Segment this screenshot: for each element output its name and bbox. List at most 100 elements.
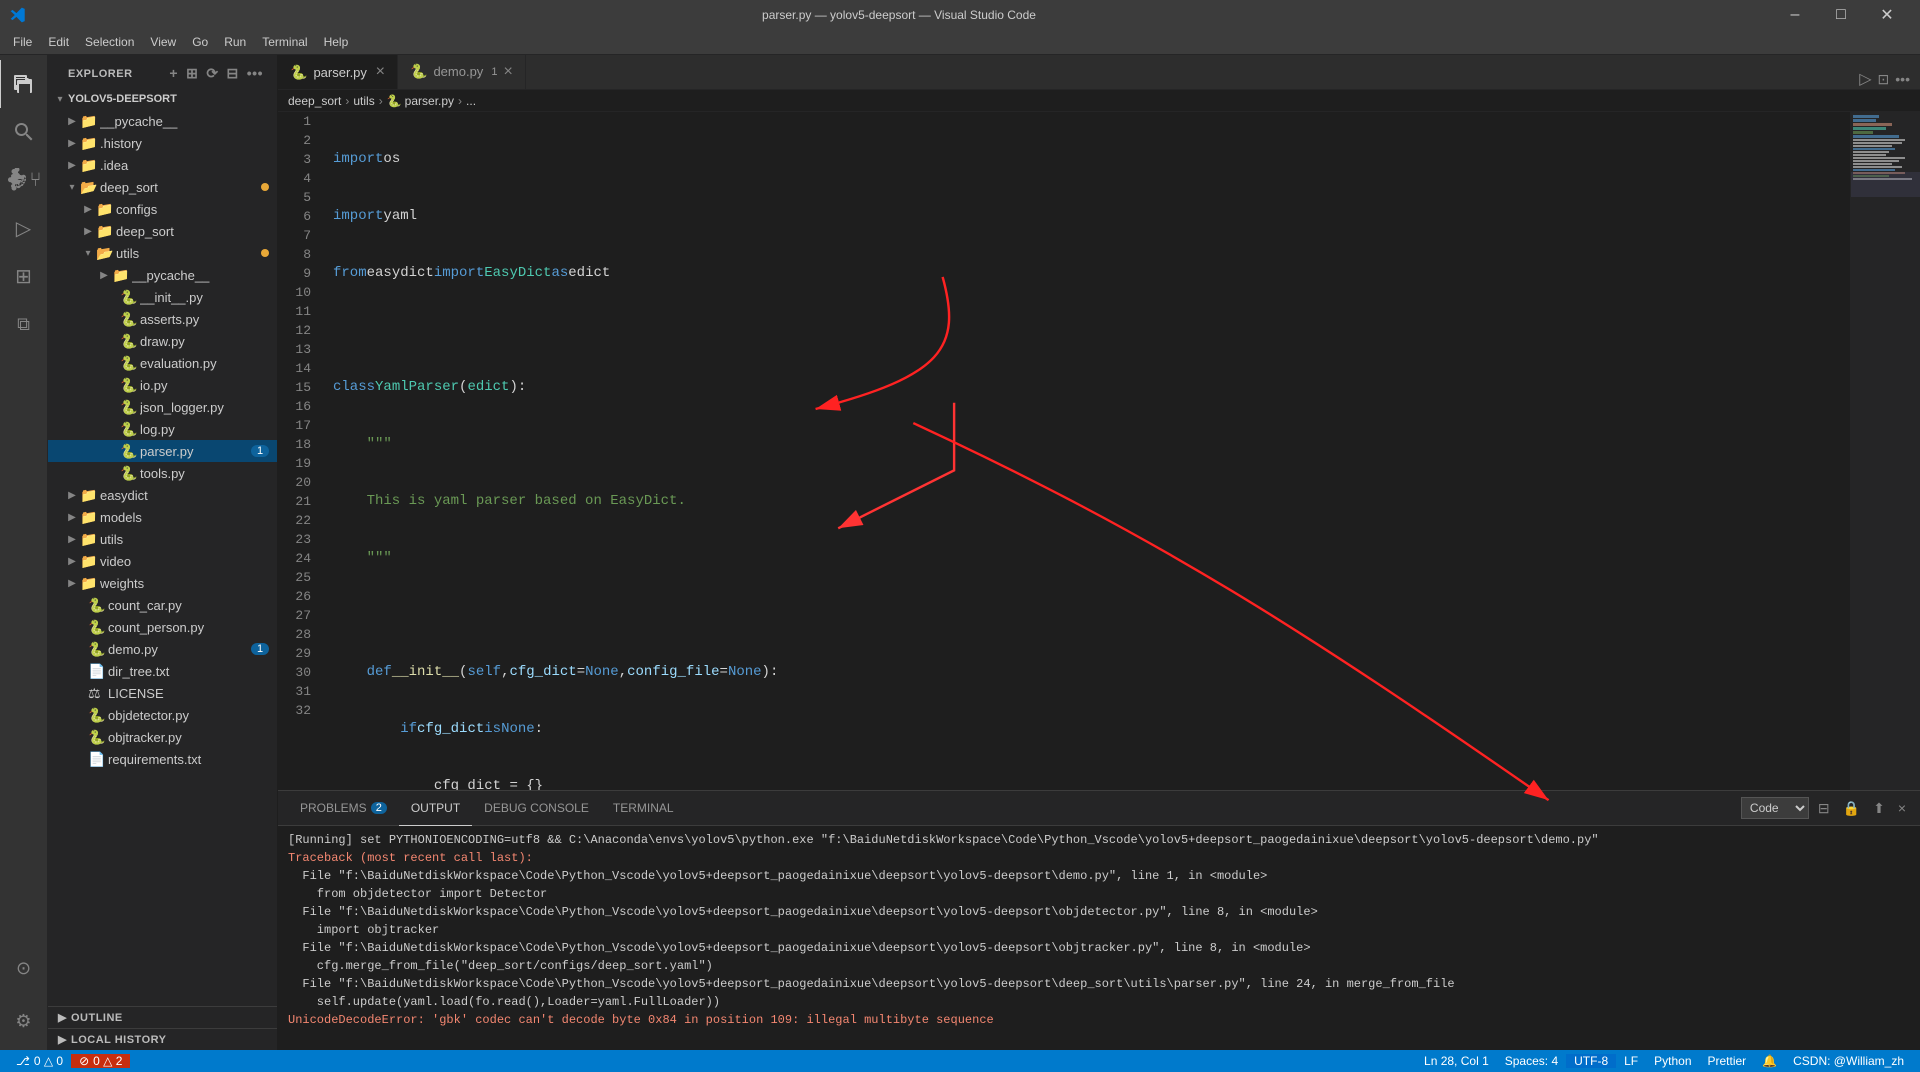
tree-arrow: ▶	[96, 270, 112, 281]
tree-item-pycache2[interactable]: ▶ 📁 __pycache__	[48, 264, 277, 286]
tree-item-json-logger-py[interactable]: ▶ 🐍 json_logger.py	[48, 396, 277, 418]
tree-item-init-py[interactable]: ▶ 🐍 __init__.py	[48, 286, 277, 308]
settings-icon[interactable]: ⚙	[0, 997, 48, 1045]
more-tab-actions-icon[interactable]: •••	[1895, 71, 1910, 87]
tree-item-tools-py[interactable]: ▶ 🐍 tools.py	[48, 462, 277, 484]
status-eol[interactable]: LF	[1616, 1054, 1646, 1068]
tree-item-models[interactable]: ▶ 📁 models	[48, 506, 277, 528]
tree-item-draw-py[interactable]: ▶ 🐍 draw.py	[48, 330, 277, 352]
tree-item-requirements-txt[interactable]: ▶ 📄 requirements.txt	[48, 748, 277, 770]
tab-close-parser[interactable]: ×	[376, 63, 385, 81]
panel-tab-output[interactable]: OUTPUT	[399, 791, 472, 826]
breadcrumb-more[interactable]: ...	[466, 94, 476, 108]
panel-clear-icon[interactable]: ⊟	[1814, 798, 1834, 819]
run-debug-icon[interactable]: ▷	[0, 204, 48, 252]
tree-item-dir-tree-txt[interactable]: ▶ 📄 dir_tree.txt	[48, 660, 277, 682]
tree-item-utils2[interactable]: ▶ 📁 utils	[48, 528, 277, 550]
status-encoding[interactable]: UTF-8	[1566, 1054, 1616, 1068]
code-content[interactable]: import os import yaml from easydict impo…	[323, 112, 1850, 790]
tree-label-io-py: io.py	[140, 378, 269, 393]
status-errors[interactable]: ⊘ 0 △ 2	[71, 1054, 130, 1068]
status-spaces[interactable]: Spaces: 4	[1497, 1054, 1566, 1068]
menu-terminal[interactable]: Terminal	[254, 33, 315, 51]
status-prettier[interactable]: Prettier	[1700, 1054, 1755, 1068]
tree-label-objdetector-py: objdetector.py	[108, 708, 269, 723]
tree-label-json-logger-py: json_logger.py	[140, 400, 269, 415]
breadcrumb-deep-sort[interactable]: deep_sort	[288, 94, 341, 108]
python-file-icon: 🐍	[88, 729, 104, 746]
tree-item-license[interactable]: ▶ ⚖ LICENSE	[48, 682, 277, 704]
panel-tab-problems[interactable]: PROBLEMS 2	[288, 791, 399, 826]
tree-item-parser-py[interactable]: ▶ 🐍 parser.py 1	[48, 440, 277, 462]
status-cursor[interactable]: Ln 28, Col 1	[1416, 1054, 1497, 1068]
minimize-button[interactable]: –	[1772, 0, 1818, 30]
panel-content[interactable]: [Running] set PYTHONIOENCODING=utf8 && C…	[278, 826, 1920, 1050]
close-button[interactable]: ✕	[1864, 0, 1910, 30]
search-icon[interactable]	[0, 108, 48, 156]
menu-view[interactable]: View	[142, 33, 184, 51]
tree-item-log-py[interactable]: ▶ 🐍 log.py	[48, 418, 277, 440]
tree-item-easydict[interactable]: ▶ 📁 easydict	[48, 484, 277, 506]
breadcrumb-file[interactable]: 🐍parser.py	[387, 94, 454, 108]
menu-run[interactable]: Run	[216, 33, 254, 51]
tree-item-idea[interactable]: ▶ 📁 .idea	[48, 154, 277, 176]
tree-item-weights[interactable]: ▶ 📁 weights	[48, 572, 277, 594]
line-numbers: 1 2 3 4 5 6 7 8 9 10 11 12 13 14	[278, 112, 323, 790]
tree-item-deep-sort[interactable]: ▾ 📂 deep_sort	[48, 176, 277, 198]
status-notification[interactable]: 🔔	[1754, 1054, 1785, 1068]
source-control-icon[interactable]: ⑂	[0, 156, 48, 204]
tree-item-configs[interactable]: ▶ 📁 configs	[48, 198, 277, 220]
sidebar-section-outline[interactable]: ▶ OUTLINE	[48, 1006, 277, 1028]
testing-icon[interactable]: ⧉	[0, 300, 48, 348]
panel-maximize-icon[interactable]: ⬆	[1869, 798, 1889, 819]
tree-label-root: YOLOV5-DEEPSORT	[68, 93, 269, 105]
tab-parser-py[interactable]: 🐍 parser.py ×	[278, 55, 398, 89]
panel-close-icon[interactable]: ×	[1894, 798, 1910, 818]
collapse-all-icon[interactable]: ⊟	[225, 63, 241, 84]
breadcrumb-utils[interactable]: utils	[353, 94, 374, 108]
tree-item-root[interactable]: ▾ YOLOV5-DEEPSORT	[48, 88, 277, 110]
refresh-icon[interactable]: ⟳	[204, 63, 220, 84]
menu-file[interactable]: File	[5, 33, 40, 51]
maximize-button[interactable]: □	[1818, 0, 1864, 30]
new-folder-icon[interactable]: ⊞	[184, 63, 200, 84]
tree-item-video[interactable]: ▶ 📁 video	[48, 550, 277, 572]
tree-arrow: ▾	[64, 182, 80, 193]
panel-tab-debug-console[interactable]: DEBUG CONSOLE	[472, 791, 601, 826]
tree-item-history[interactable]: ▶ 📁 .history	[48, 132, 277, 154]
sidebar-section-local-history[interactable]: ▶ LOCAL HISTORY	[48, 1028, 277, 1050]
account-icon[interactable]: ⊙	[0, 944, 48, 992]
tree-item-utils[interactable]: ▾ 📂 utils	[48, 242, 277, 264]
files-icon[interactable]	[0, 60, 47, 108]
status-csdn[interactable]: CSDN: @William_zh	[1785, 1054, 1912, 1068]
tree-item-demo-py[interactable]: ▶ 🐍 demo.py 1	[48, 638, 277, 660]
output-source-select[interactable]: Code Python	[1741, 797, 1809, 819]
tree-item-evaluation-py[interactable]: ▶ 🐍 evaluation.py	[48, 352, 277, 374]
tree-item-io-py[interactable]: ▶ 🐍 io.py	[48, 374, 277, 396]
tree-label-parser-py: parser.py	[140, 444, 251, 459]
extensions-icon[interactable]: ⊞	[0, 252, 48, 300]
tree-item-count-person-py[interactable]: ▶ 🐍 count_person.py	[48, 616, 277, 638]
tree-item-objdetector-py[interactable]: ▶ 🐍 objdetector.py	[48, 704, 277, 726]
code-editor[interactable]: 1 2 3 4 5 6 7 8 9 10 11 12 13 14	[278, 112, 1850, 790]
panel-lock-icon[interactable]: 🔒	[1839, 798, 1864, 819]
split-editor-icon[interactable]: ⊡	[1878, 71, 1890, 88]
menu-go[interactable]: Go	[184, 33, 216, 51]
tree-item-deep-sort2[interactable]: ▶ 📁 deep_sort	[48, 220, 277, 242]
menu-help[interactable]: Help	[316, 33, 357, 51]
tree-item-count-car-py[interactable]: ▶ 🐍 count_car.py	[48, 594, 277, 616]
tree-item-asserts-py[interactable]: ▶ 🐍 asserts.py	[48, 308, 277, 330]
menu-edit[interactable]: Edit	[40, 33, 77, 51]
tree-item-objtracker-py[interactable]: ▶ 🐍 objtracker.py	[48, 726, 277, 748]
tab-close-demo[interactable]: ×	[503, 63, 512, 81]
menu-selection[interactable]: Selection	[77, 33, 142, 51]
tree-item-pycache1[interactable]: ▶ 📁 __pycache__	[48, 110, 277, 132]
prettier-text: Prettier	[1708, 1054, 1747, 1068]
tab-demo-py[interactable]: 🐍 demo.py 1 ×	[398, 55, 526, 89]
status-git[interactable]: ⎇ 0 △ 0	[8, 1054, 71, 1068]
status-language[interactable]: Python	[1646, 1054, 1699, 1068]
new-file-icon[interactable]: +	[167, 63, 180, 84]
run-code-icon[interactable]: ▷	[1859, 69, 1871, 89]
more-actions-icon[interactable]: •••	[245, 63, 265, 84]
panel-tab-terminal[interactable]: TERMINAL	[601, 791, 686, 826]
